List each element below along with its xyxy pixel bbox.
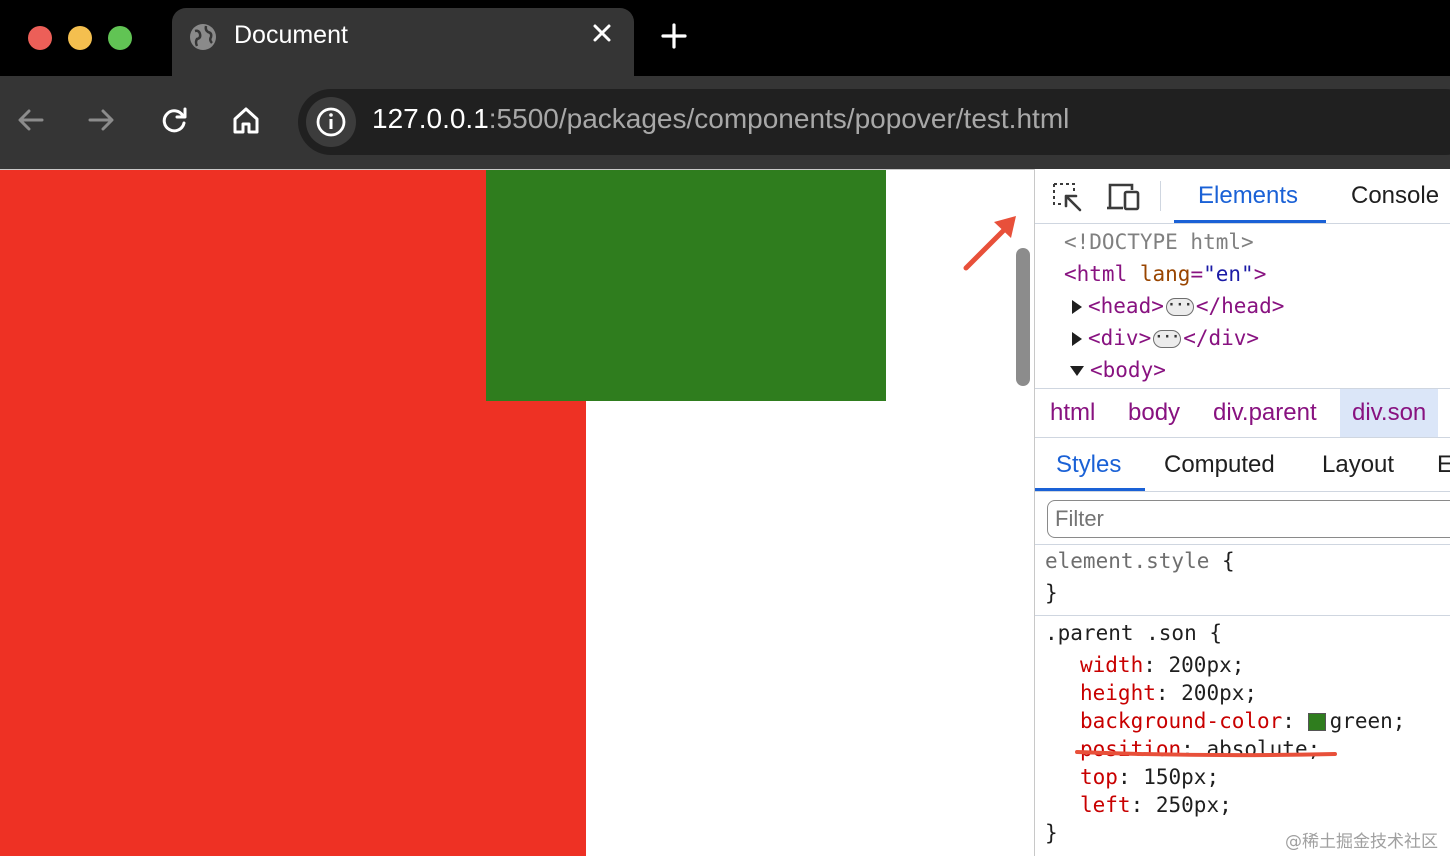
devtools-tabbar: Elements Console: [1035, 169, 1450, 224]
url-text[interactable]: 127.0.0.1:5500/packages/components/popov…: [372, 103, 1069, 135]
back-arrow-icon[interactable]: [15, 104, 47, 136]
prop-value: 200px;: [1181, 681, 1258, 705]
browser-toolbar: 127.0.0.1:5500/packages/components/popov…: [0, 76, 1450, 169]
new-tab-button[interactable]: [660, 22, 688, 50]
css-declaration-top[interactable]: top: 150px;: [1080, 763, 1219, 791]
ellipsis-icon[interactable]: ···: [1165, 298, 1194, 316]
tab-console[interactable]: Console: [1351, 182, 1439, 210]
css-declaration-left[interactable]: left: 250px;: [1080, 791, 1232, 819]
css-declaration-background-color[interactable]: background-color: green;: [1080, 707, 1405, 735]
globe-icon: [190, 24, 216, 50]
breadcrumb-body[interactable]: body: [1128, 389, 1180, 437]
head-tag-open: <head>: [1088, 294, 1164, 318]
doctype-text: <!DOCTYPE html>: [1064, 230, 1254, 254]
div-tag-open: <div>: [1088, 326, 1152, 350]
dom-node-doctype[interactable]: <!DOCTYPE html>: [1064, 227, 1254, 257]
prop-name: height: [1080, 681, 1156, 705]
styles-subtabs: Styles Computed Layout E: [1035, 439, 1450, 492]
breadcrumb-div-parent[interactable]: div.parent: [1213, 389, 1317, 437]
dom-node-body[interactable]: <body>: [1070, 355, 1166, 385]
breadcrumb-div-son[interactable]: div.son: [1340, 389, 1439, 437]
toolbar-divider: [1160, 181, 1161, 211]
element-style-rule: element.style { }: [1035, 546, 1450, 616]
annotation-underline: [1075, 750, 1337, 758]
site-info-button[interactable]: [306, 97, 356, 147]
tab-event-listeners[interactable]: E: [1437, 451, 1450, 479]
dom-node-head[interactable]: <head> ··· </head>: [1072, 291, 1284, 321]
active-tab-indicator: [1174, 220, 1326, 223]
ellipsis-icon[interactable]: ···: [1153, 330, 1182, 348]
prop-value: 250px;: [1155, 793, 1232, 817]
expand-triangle-icon[interactable]: [1072, 332, 1082, 346]
browser-tab[interactable]: Document: [172, 8, 634, 76]
url-host: 127.0.0.1: [372, 103, 489, 134]
home-icon[interactable]: [230, 104, 262, 136]
color-swatch[interactable]: [1307, 713, 1326, 731]
close-window-button[interactable]: [28, 26, 52, 50]
devtools-panel: Elements Console <!DOCTYPE html> <html l…: [1034, 169, 1450, 856]
prop-value: 200px;: [1168, 653, 1245, 677]
breadcrumb-html[interactable]: html: [1050, 389, 1095, 437]
prop-name: top: [1080, 765, 1118, 789]
element-style-selector-line: element.style {: [1045, 547, 1235, 575]
rule-selector[interactable]: .parent .son {: [1045, 619, 1222, 647]
reload-icon[interactable]: [158, 104, 190, 136]
close-brace: }: [1045, 581, 1058, 605]
head-tag-close: </head>: [1195, 294, 1285, 318]
annotation-arrow-icon: [963, 216, 1016, 271]
prop-name: left: [1080, 793, 1131, 817]
url-path: :5500/packages/components/popover/test.h…: [488, 103, 1070, 134]
info-icon: [316, 107, 346, 137]
prop-name: background-color: [1080, 709, 1283, 733]
forward-arrow-icon[interactable]: [85, 104, 117, 136]
div-tag-close: </div>: [1183, 326, 1260, 350]
body-tag-open: <body>: [1090, 358, 1166, 382]
address-bar[interactable]: 127.0.0.1:5500/packages/components/popov…: [298, 89, 1450, 155]
close-icon[interactable]: [590, 21, 614, 45]
son-box: [486, 170, 886, 401]
tab-elements[interactable]: Elements: [1198, 182, 1298, 210]
tab-styles[interactable]: Styles: [1056, 451, 1121, 479]
minimize-window-button[interactable]: [68, 26, 92, 50]
dom-node-div[interactable]: <div> ··· </div>: [1072, 323, 1259, 353]
tab-title: Document: [234, 21, 348, 49]
attr-name: lang: [1139, 262, 1191, 286]
watermark: @稀土掘金技术社区: [1285, 832, 1438, 852]
open-brace: {: [1222, 549, 1235, 573]
active-subtab-indicator: [1035, 488, 1145, 491]
prop-value: 150px;: [1143, 765, 1220, 789]
css-declaration-width[interactable]: width: 200px;: [1080, 651, 1244, 679]
attr-value: "en": [1203, 262, 1254, 286]
page-viewport: [0, 169, 1034, 856]
css-declaration-height[interactable]: height: 200px;: [1080, 679, 1257, 707]
prop-name: width: [1080, 653, 1144, 677]
tab-layout[interactable]: Layout: [1322, 451, 1394, 479]
element-style-selector: element.style: [1045, 549, 1210, 573]
html-tag-open: <html: [1064, 262, 1128, 286]
maximize-window-button[interactable]: [108, 26, 132, 50]
dom-node-html[interactable]: <html lang="en">: [1064, 259, 1266, 289]
filter-input[interactable]: [1047, 500, 1450, 538]
collapse-triangle-icon[interactable]: [1070, 366, 1084, 376]
breadcrumb: html body div.parent div.son: [1035, 388, 1450, 438]
prop-value: green;: [1329, 709, 1406, 733]
tab-computed[interactable]: Computed: [1164, 451, 1275, 479]
filter-row: [1035, 493, 1450, 545]
rule-close-brace: }: [1045, 821, 1058, 845]
inspect-element-icon[interactable]: [1051, 181, 1083, 213]
parent-son-rule: .parent .son { width: 200px; height: 200…: [1035, 617, 1450, 856]
browser-tab-bar: Document: [0, 0, 1450, 76]
device-toolbar-icon[interactable]: [1105, 181, 1141, 213]
expand-triangle-icon[interactable]: [1072, 300, 1082, 314]
